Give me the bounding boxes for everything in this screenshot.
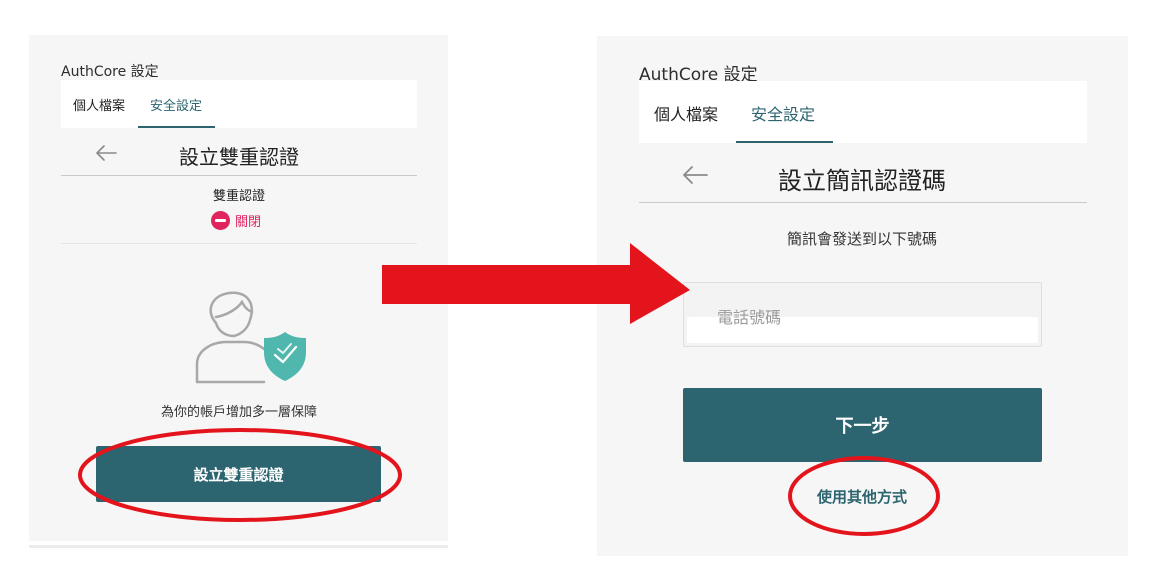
tab-security[interactable]: 安全設定 [751, 101, 815, 125]
tab-security[interactable]: 安全設定 [150, 95, 202, 114]
status-divider [61, 243, 417, 244]
right-screen: AuthCore 設定 個人檔案 安全設定 設立簡訊認證碼 簡訊會發送到以下號碼… [597, 36, 1128, 556]
twofa-status: 關閉 [211, 210, 261, 230]
back-arrow-icon[interactable] [94, 143, 118, 163]
setup-2fa-button[interactable]: 設立雙重認證 [96, 446, 381, 502]
instruction-text: 簡訊會發送到以下號碼 [786, 230, 937, 248]
user-shield-icon [194, 290, 309, 385]
page-title: 設立簡訊認證碼 [778, 167, 946, 195]
header-divider [61, 175, 417, 176]
status-text: 關閉 [235, 214, 262, 230]
tagline: 為你的帳戶增加多一層保障 [160, 405, 317, 420]
back-arrow-icon[interactable] [681, 164, 709, 186]
active-tab-indicator [138, 126, 215, 128]
phone-placeholder: 電話號碼 [717, 308, 782, 327]
tab-profile[interactable]: 個人檔案 [654, 101, 718, 125]
tab-bar: 個人檔案 安全設定 [61, 80, 417, 128]
tab-bar: 個人檔案 安全設定 [639, 81, 1087, 143]
next-button[interactable]: 下一步 [683, 388, 1042, 462]
header-divider [639, 202, 1087, 203]
app-title: AuthCore 設定 [61, 64, 159, 80]
active-tab-indicator [736, 141, 833, 143]
page-title: 設立雙重認證 [179, 145, 299, 169]
minus-circle-icon [211, 210, 230, 230]
twofa-label: 雙重認證 [212, 189, 265, 204]
tab-profile[interactable]: 個人檔案 [73, 95, 125, 114]
alt-method-link[interactable]: 使用其他方式 [787, 486, 937, 507]
panel-edge [29, 545, 448, 548]
phone-input[interactable]: 電話號碼 [683, 282, 1042, 347]
left-screen: AuthCore 設定 個人檔案 安全設定 設立雙重認證 雙重認證 關閉 為你的… [29, 35, 448, 541]
